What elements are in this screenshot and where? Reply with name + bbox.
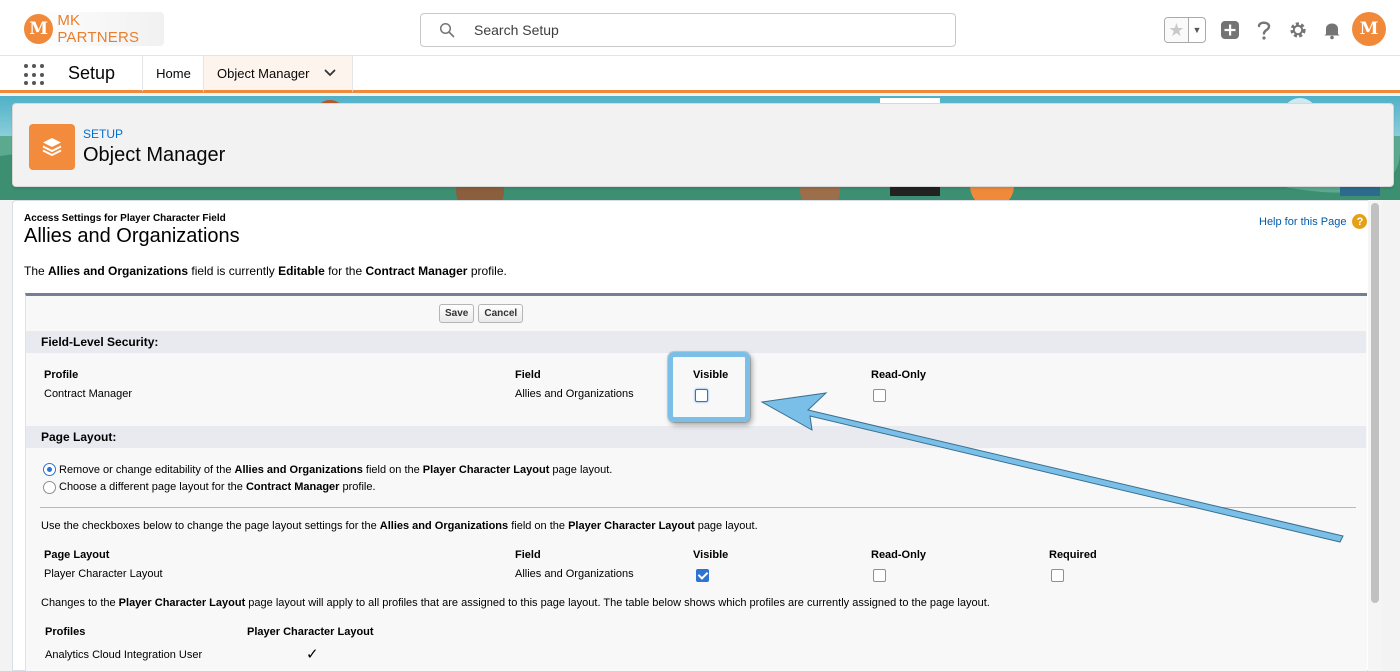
favorites-button[interactable]: ★ ▼ (1164, 17, 1206, 43)
breadcrumb[interactable]: SETUP (83, 127, 123, 141)
layout-read-only-checkbox[interactable] (873, 569, 886, 582)
column-header-visible: Visible (693, 549, 729, 561)
layers-icon (29, 124, 75, 170)
section-heading-page-layout: Page Layout: (26, 426, 1366, 448)
nav-tab-home[interactable]: Home (142, 56, 204, 91)
fls-read-only-checkbox[interactable] (873, 389, 886, 402)
gear-icon[interactable] (1288, 20, 1308, 40)
global-header: M MK PARTNERS Search Setup ★ ▼ M (0, 0, 1400, 56)
layout-required-checkbox[interactable] (1051, 569, 1064, 582)
radio-change-editability-label: Remove or change editability of the Alli… (59, 464, 613, 476)
radio-different-layout-label: Choose a different page layout for the C… (59, 481, 376, 493)
layout-visible-checkbox[interactable] (696, 569, 709, 582)
annotation-highlight-box (668, 352, 750, 422)
add-icon[interactable] (1220, 20, 1240, 40)
field-title: Allies and Organizations (24, 225, 240, 247)
app-launcher-icon[interactable] (24, 64, 46, 86)
page-title: Object Manager (83, 144, 226, 166)
layout-instructions: Use the checkboxes below to change the p… (41, 520, 758, 532)
page-subtitle: Access Settings for Player Character Fie… (24, 213, 226, 224)
column-header-profiles: Profiles (45, 626, 86, 638)
layout-name-value: Player Character Layout (44, 568, 163, 580)
search-placeholder: Search Setup (474, 22, 559, 38)
help-icon[interactable]: ? (1352, 214, 1368, 229)
column-header-player-character-layout: Player Character Layout (247, 626, 374, 638)
search-icon (439, 22, 455, 38)
layout-change-note: Changes to the Player Character Layout p… (41, 597, 990, 609)
layout-field-value: Allies and Organizations (515, 568, 634, 580)
avatar[interactable]: M (1352, 12, 1386, 46)
cancel-button[interactable]: Cancel (478, 304, 524, 323)
column-header-read-only: Read-Only (871, 369, 927, 381)
context-nav: Setup Home Object Manager (0, 56, 1400, 93)
save-button[interactable]: Save (439, 304, 475, 323)
checkmark-icon: ✓ (306, 646, 319, 663)
column-header-page-layout: Page Layout (44, 549, 110, 561)
access-description: The Allies and Organizations field is cu… (24, 264, 507, 278)
column-header-required: Required (1049, 549, 1097, 561)
search-input[interactable]: Search Setup (420, 13, 956, 47)
company-logo[interactable]: M MK PARTNERS (20, 12, 164, 46)
section-heading-fls: Field-Level Security: (26, 331, 1366, 353)
bell-icon[interactable] (1322, 20, 1342, 40)
scrollbar-thumb[interactable] (1371, 203, 1379, 603)
star-icon[interactable]: ★ (1165, 18, 1189, 42)
header-icons: ★ ▼ (1164, 17, 1342, 43)
app-name: Setup (68, 63, 116, 83)
profile-row-name: Analytics Cloud Integration User (45, 649, 203, 661)
fls-profile-value: Contract Manager (44, 388, 133, 400)
column-header-profile: Profile (44, 369, 79, 381)
nav-tab-object-manager-label: Object Manager (217, 65, 310, 81)
chevron-down-icon[interactable]: ▼ (1189, 18, 1205, 42)
button-bar: Save Cancel (439, 304, 527, 323)
fls-field-value: Allies and Organizations (515, 388, 634, 400)
logo-text: MK PARTNERS (57, 12, 140, 46)
logo-badge: M (24, 14, 54, 44)
help-link-group[interactable]: Help for this Page ? (1259, 214, 1368, 229)
column-header-field: Field (515, 369, 541, 381)
nav-tab-home-label: Home (156, 66, 191, 81)
setup-header-card: SETUP Object Manager (12, 103, 1394, 187)
radio-change-editability[interactable] (43, 463, 56, 476)
help-icon[interactable] (1254, 20, 1274, 40)
divider (40, 507, 1356, 508)
nav-tab-object-manager[interactable]: Object Manager (203, 56, 353, 93)
column-header-read-only: Read-Only (871, 549, 927, 561)
help-link[interactable]: Help for this Page (1259, 216, 1346, 228)
radio-different-layout[interactable] (43, 481, 56, 494)
chevron-down-icon[interactable] (324, 67, 336, 79)
column-header-field: Field (515, 549, 541, 561)
